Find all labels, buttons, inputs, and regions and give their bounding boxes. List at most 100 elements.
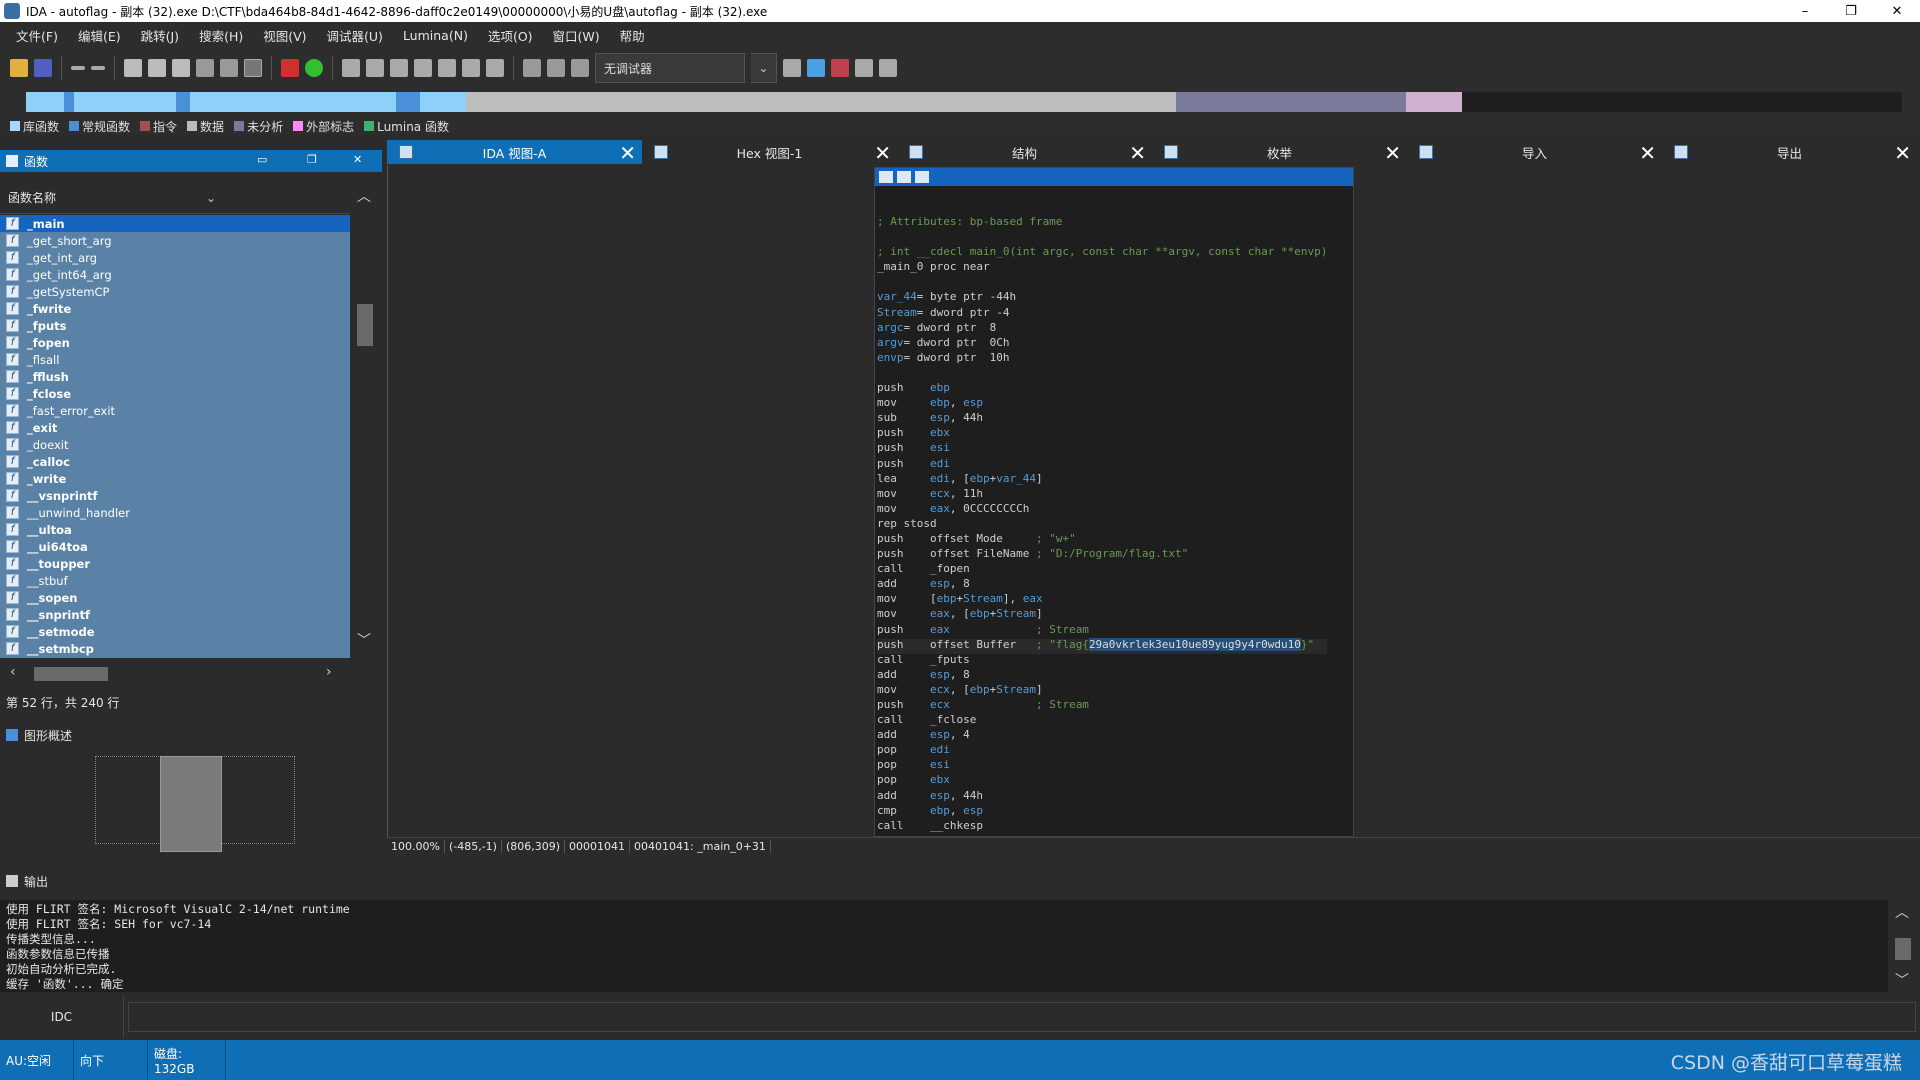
asm-line[interactable]: argc= dword ptr 8 (877, 321, 1327, 337)
node-color-icon[interactable] (879, 171, 893, 183)
functions-vertical-scrollbar[interactable]: ︿ ﹀ (351, 182, 381, 658)
tab-4[interactable]: 导入 ✕ (1407, 140, 1662, 165)
tab-0[interactable]: IDA 视图-A ✕ (387, 140, 642, 165)
asm-line[interactable]: call _fputs (877, 653, 1327, 669)
asm-line[interactable]: push offset FileName ; "D:/Program/flag.… (877, 547, 1327, 563)
asm-line[interactable]: push offset Buffer ; "flag{29a0vkrlek3eu… (877, 637, 1328, 654)
asm-line[interactable] (877, 367, 1327, 382)
asm-line[interactable]: add esp, 4 (877, 728, 1327, 744)
open-folder-icon[interactable] (10, 59, 28, 77)
sort-chevron-icon[interactable]: ⌄ (206, 191, 216, 205)
process-icon[interactable] (783, 59, 801, 77)
close-panel-icon[interactable]: ✕ (353, 153, 362, 166)
function-row[interactable]: f __setmbcp (0, 640, 350, 657)
asm-line[interactable]: push ebx (877, 427, 1327, 442)
make-string-icon[interactable] (390, 59, 408, 77)
function-row[interactable]: f _doexit (0, 436, 350, 453)
function-row[interactable]: f _get_int64_arg (0, 266, 350, 283)
maximize-button[interactable]: ❐ (1828, 0, 1874, 22)
menu-view[interactable]: 视图(V) (253, 26, 316, 45)
output-log[interactable]: 使用 FLIRT 签名: Microsoft VisualC 2-14/net … (0, 900, 1888, 992)
asm-line[interactable]: argv= dword ptr 0Ch (877, 336, 1327, 352)
function-row[interactable]: f _calloc (0, 453, 350, 470)
functions-horizontal-scrollbar[interactable]: ‹ › (0, 658, 350, 688)
navigation-strip[interactable] (26, 92, 1902, 112)
function-row[interactable]: f _get_short_arg (0, 232, 350, 249)
close-tab-icon[interactable]: ✕ (1639, 141, 1656, 165)
close-tab-icon[interactable]: ✕ (1894, 141, 1911, 165)
immediate-search-icon[interactable] (172, 59, 190, 77)
navigation-band[interactable] (0, 88, 1920, 118)
function-row[interactable]: f __snprintf (0, 606, 350, 623)
binary-search-icon[interactable] (124, 59, 142, 77)
asm-line[interactable]: cmp ebp, esp (877, 804, 1327, 820)
function-row[interactable]: f __stbuf (0, 572, 350, 589)
asm-line[interactable]: envp= dword ptr 10h (877, 351, 1327, 367)
scroll-right-icon[interactable]: › (326, 664, 332, 680)
asm-line[interactable] (877, 231, 1327, 246)
flag-icon[interactable] (879, 59, 897, 77)
scroll-thumb[interactable] (357, 304, 373, 346)
scroll-down-icon[interactable]: ﹀ (1895, 970, 1909, 990)
asm-line[interactable]: push ebp (877, 381, 1327, 397)
text-mode-icon[interactable] (244, 59, 262, 77)
asm-line[interactable]: add esp, 8 (877, 668, 1327, 684)
float-icon[interactable]: ❐ (307, 153, 317, 166)
asm-line[interactable]: Stream= dword ptr -4 (877, 306, 1327, 322)
refresh-icon[interactable] (807, 59, 825, 77)
create-function-icon[interactable] (462, 59, 480, 77)
asm-line[interactable]: mov ebp, esp (877, 396, 1327, 412)
function-row[interactable]: f __unwind_handler (0, 504, 350, 521)
menu-search[interactable]: 搜索(H) (189, 26, 253, 45)
back-arrow-icon[interactable] (71, 66, 85, 70)
menu-file[interactable]: 文件(F) (6, 26, 68, 45)
node-group-icon[interactable] (915, 171, 929, 183)
debugger-select[interactable]: 无调试器 (595, 53, 745, 83)
function-row[interactable]: f __toupper (0, 555, 350, 572)
tab-1[interactable]: Hex 视图-1 ✕ (642, 140, 897, 165)
close-tab-icon[interactable]: ✕ (1384, 141, 1401, 165)
function-row[interactable]: f _write (0, 470, 350, 487)
scroll-thumb[interactable] (34, 667, 108, 681)
tab-5[interactable]: 导出 ✕ (1662, 140, 1917, 165)
save-icon[interactable] (34, 59, 52, 77)
menu-debugger[interactable]: 调试器(U) (317, 26, 393, 45)
asm-line[interactable]: sub esp, 44h (877, 412, 1327, 427)
idc-language-button[interactable]: IDC (0, 996, 124, 1038)
close-tab-icon[interactable]: ✕ (619, 141, 636, 165)
asm-line[interactable]: var_44= byte ptr -44h (877, 291, 1327, 306)
idc-command-input[interactable] (128, 1002, 1916, 1032)
close-tab-icon[interactable]: ✕ (874, 141, 891, 165)
pause-icon[interactable] (547, 59, 565, 77)
function-name-column-header[interactable]: 函数名称 ⌄ (0, 182, 350, 214)
function-row[interactable]: f _get_int_arg (0, 249, 350, 266)
make-array-icon[interactable] (414, 59, 432, 77)
scroll-thumb[interactable] (1895, 938, 1911, 960)
menu-lumina[interactable]: Lumina(N) (393, 28, 478, 43)
forward-arrow-icon[interactable] (91, 66, 105, 70)
function-row[interactable]: f _fputs (0, 317, 350, 334)
menu-options[interactable]: 选项(O) (478, 26, 543, 45)
asm-line[interactable]: push eax ; Stream (877, 623, 1327, 639)
close-window-button[interactable]: ✕ (1874, 0, 1920, 22)
asm-line[interactable]: push offset Mode ; "w+" (877, 532, 1327, 548)
function-row[interactable]: f _fflush (0, 368, 350, 385)
asm-line[interactable]: mov eax, 0CCCCCCCCh (877, 502, 1327, 518)
function-row[interactable]: f __sopen (0, 589, 350, 606)
scroll-up-icon[interactable]: ︿ (1895, 902, 1909, 922)
disassembly-lines[interactable]: ; Attributes: bp-based frame ; int __cdec… (877, 215, 1328, 835)
minimize-button[interactable]: – (1782, 0, 1828, 22)
function-row[interactable]: f _fast_error_exit (0, 402, 350, 419)
breakpoint-icon[interactable] (831, 59, 849, 77)
graph-overview[interactable] (0, 746, 382, 854)
asm-line[interactable]: push edi (877, 457, 1327, 473)
undefine-icon[interactable] (486, 59, 504, 77)
node-edit-icon[interactable] (897, 171, 911, 183)
asm-line[interactable]: _main_0 proc near (877, 261, 1327, 276)
asm-line[interactable]: push ecx ; Stream (877, 698, 1327, 714)
asm-line[interactable]: push esi (877, 442, 1327, 457)
jump-icon[interactable] (220, 59, 238, 77)
asm-line[interactable]: ; Attributes: bp-based frame (877, 215, 1327, 231)
menu-windows[interactable]: 窗口(W) (543, 26, 610, 45)
asm-line[interactable]: lea edi, [ebp+var_44] (877, 472, 1327, 488)
